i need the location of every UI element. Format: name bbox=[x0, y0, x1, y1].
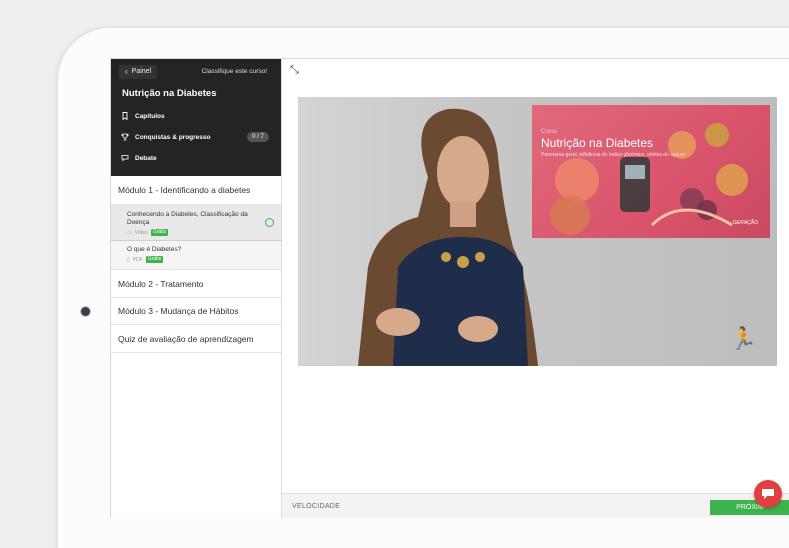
module-1[interactable]: Módulo 1 - Identificando a diabetes bbox=[111, 176, 281, 205]
rate-course-link[interactable]: Classifique este curso! bbox=[202, 68, 267, 75]
pdf-icon: ▯ bbox=[127, 256, 130, 263]
chat-icon bbox=[762, 489, 774, 499]
menu-item-achievements[interactable]: Conquistas & progresso bbox=[121, 133, 210, 141]
video-icon: ▭ bbox=[127, 229, 132, 236]
lesson-item[interactable]: O que é Diabetes? ▯ PDF Grátis bbox=[111, 241, 281, 270]
bookmark-icon bbox=[122, 112, 128, 120]
player-bottom-bar: VELOCIDADE PRÓXIM bbox=[282, 493, 789, 518]
menu-label-chapters: Capítulos bbox=[135, 112, 165, 120]
sidebar-header: ‹ Painel Classifique este curso! Nutriçã… bbox=[111, 59, 281, 176]
presenter-image bbox=[358, 108, 538, 366]
chat-bubble-icon bbox=[121, 155, 129, 162]
menu-label-debate: Debate bbox=[135, 154, 157, 162]
chevron-left-icon: ‹ bbox=[125, 67, 128, 76]
trophy-icon bbox=[121, 133, 129, 141]
course-title: Nutrição na Diabetes bbox=[122, 88, 217, 99]
speed-control[interactable]: VELOCIDADE bbox=[292, 503, 340, 510]
menu-item-debate[interactable]: Debate bbox=[121, 154, 157, 162]
lesson-type: Vídeo bbox=[134, 229, 148, 236]
menu-item-chapters[interactable]: Capítulos bbox=[121, 112, 165, 120]
lesson-type: PDF bbox=[132, 256, 143, 263]
tablet-camera bbox=[81, 307, 90, 316]
achievements-progress-badge: 0 / 7 bbox=[247, 132, 269, 142]
menu-label-achievements: Conquistas & progresso bbox=[135, 133, 211, 141]
watermark-logo: 🏃 bbox=[729, 326, 757, 351]
main-content: ⤡ Curso Nutrição na Diabetes Panorama ge… bbox=[282, 59, 789, 518]
app-screen: ‹ Painel Classifique este curso! Nutriçã… bbox=[110, 58, 789, 518]
check-circle-icon bbox=[265, 218, 274, 227]
chat-button[interactable] bbox=[754, 480, 782, 508]
lesson-item[interactable]: Conhecendo a Diabetes, Classificação da … bbox=[111, 205, 281, 241]
module-3[interactable]: Módulo 3 - Mudança de Hábitos bbox=[111, 298, 281, 325]
module-2[interactable]: Módulo 2 - Tratamento bbox=[111, 270, 281, 298]
quiz-item[interactable]: Quiz de avaliação de aprendizagem bbox=[111, 325, 281, 353]
back-to-panel-button[interactable]: ‹ Painel bbox=[119, 65, 158, 79]
lesson-meta: ▯ PDF Grátis bbox=[127, 256, 265, 263]
lesson-meta: ▭ Vídeo Grátis bbox=[127, 229, 265, 236]
free-tag: Grátis bbox=[150, 229, 169, 236]
lesson-title: Conhecendo a Diabetes, Classificação da … bbox=[127, 211, 248, 226]
free-tag: Grátis bbox=[145, 256, 164, 263]
lesson-title: O que é Diabetes? bbox=[127, 246, 182, 253]
back-label: Painel bbox=[131, 68, 152, 75]
course-sidebar: ‹ Painel Classifique este curso! Nutriçã… bbox=[111, 59, 282, 518]
video-player[interactable]: Curso Nutrição na Diabetes Panorama gera… bbox=[298, 97, 777, 366]
expand-icon[interactable]: ⤡ bbox=[290, 64, 299, 77]
